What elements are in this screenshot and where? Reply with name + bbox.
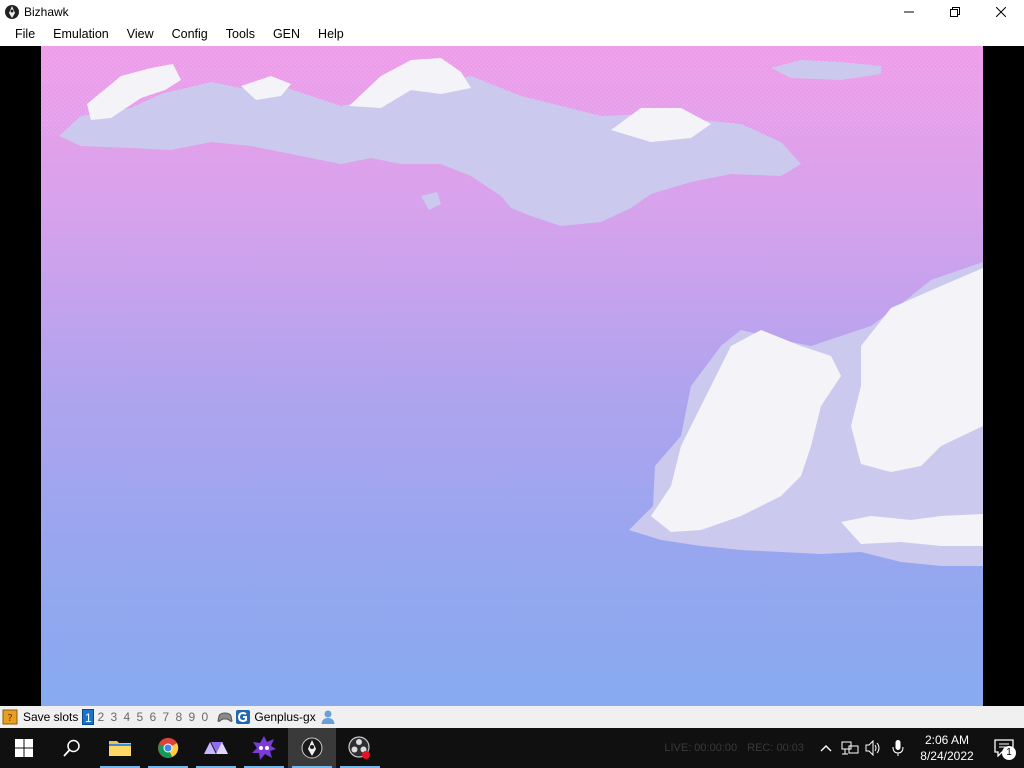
save-slot-2[interactable]: 2 (94, 709, 107, 725)
menu-gen[interactable]: GEN (264, 23, 309, 46)
minimize-icon (904, 11, 914, 12)
taskbar-chrome[interactable] (144, 728, 192, 768)
network-button[interactable] (838, 728, 862, 768)
svg-text:?: ? (7, 713, 12, 724)
taskbar-app-purple-creature[interactable] (240, 728, 288, 768)
save-slot-1[interactable]: 1 (82, 709, 95, 725)
bizhawk-taskbar-icon (301, 737, 323, 759)
core-icon (235, 709, 251, 725)
purple-creature-icon (252, 736, 276, 760)
search-button[interactable] (48, 728, 96, 768)
microphone-button[interactable] (886, 728, 910, 768)
taskbar-obs-studio[interactable] (336, 728, 384, 768)
title-bar: Bizhawk (0, 0, 1024, 23)
volume-button[interactable] (862, 728, 886, 768)
menu-view[interactable]: View (118, 23, 163, 46)
core-name: Genplus-gx (254, 710, 316, 724)
menu-file[interactable]: File (6, 23, 44, 46)
save-slots-label: Save slots (23, 710, 79, 724)
network-icon (841, 741, 859, 755)
obs-icon (348, 736, 370, 759)
close-icon (996, 6, 1006, 17)
save-slot-9[interactable]: 9 (185, 709, 198, 725)
clock-time: 2:06 AM (924, 733, 970, 747)
system-tray: LIVE: 00:00:00 REC: 00:03 2:06 AM 8/24/2… (664, 728, 1024, 768)
taskbar-app-triangles[interactable] (192, 728, 240, 768)
save-slot-list: 1 2 3 4 5 6 7 8 9 0 (82, 709, 211, 725)
menu-bar: File Emulation View Config Tools GEN Hel… (0, 23, 1024, 46)
save-slot-4[interactable]: 4 (120, 709, 133, 725)
status-bar: ? Save slots 1 2 3 4 5 6 7 8 9 0 Genplus… (0, 706, 1024, 728)
restore-icon (950, 6, 960, 17)
close-button[interactable] (978, 0, 1024, 23)
search-icon (63, 739, 80, 757)
bizhawk-logo-icon (4, 4, 20, 20)
taskbar-clock[interactable]: 2:06 AM 8/24/2022 (910, 732, 984, 764)
save-slot-7[interactable]: 7 (159, 709, 172, 725)
game-screen[interactable] (41, 46, 983, 706)
emulator-viewport (0, 46, 1024, 706)
obs-live-timer: LIVE: 00:00:00 (664, 742, 738, 754)
triangles-app-icon (204, 742, 228, 754)
chevron-up-icon (820, 745, 832, 752)
action-center-button[interactable]: 1 (984, 728, 1024, 768)
taskbar-bizhawk[interactable] (288, 728, 336, 768)
window-title: Bizhawk (24, 4, 69, 19)
windows-taskbar: LIVE: 00:00:00 REC: 00:03 2:06 AM 8/24/2… (0, 728, 1024, 768)
menu-emulation[interactable]: Emulation (44, 23, 118, 46)
taskbar-file-explorer[interactable] (96, 728, 144, 768)
save-slot-0[interactable]: 0 (198, 709, 211, 725)
folder-icon (109, 741, 131, 756)
save-slot-3[interactable]: 3 (107, 709, 120, 725)
maximize-button[interactable] (932, 0, 978, 23)
user-icon[interactable] (320, 709, 336, 725)
menu-help[interactable]: Help (309, 23, 353, 46)
save-slot-icon[interactable]: ? (2, 709, 18, 725)
clock-date: 8/24/2022 (920, 749, 974, 763)
minimize-button[interactable] (886, 0, 932, 23)
obs-rec-timer: REC: 00:03 (747, 742, 804, 754)
microphone-icon (892, 740, 904, 756)
menu-config[interactable]: Config (163, 23, 217, 46)
controller-icon[interactable] (217, 709, 233, 725)
save-slot-8[interactable]: 8 (172, 709, 185, 725)
chrome-icon (158, 737, 179, 758)
speaker-icon (865, 740, 880, 756)
notification-count-badge: 1 (1002, 746, 1016, 760)
menu-tools[interactable]: Tools (217, 23, 264, 46)
game-scene-sky (41, 46, 983, 706)
show-hidden-icons-button[interactable] (814, 728, 838, 768)
save-slot-5[interactable]: 5 (133, 709, 146, 725)
start-button[interactable] (0, 728, 48, 768)
windows-logo-icon (15, 739, 33, 757)
save-slot-6[interactable]: 6 (146, 709, 159, 725)
